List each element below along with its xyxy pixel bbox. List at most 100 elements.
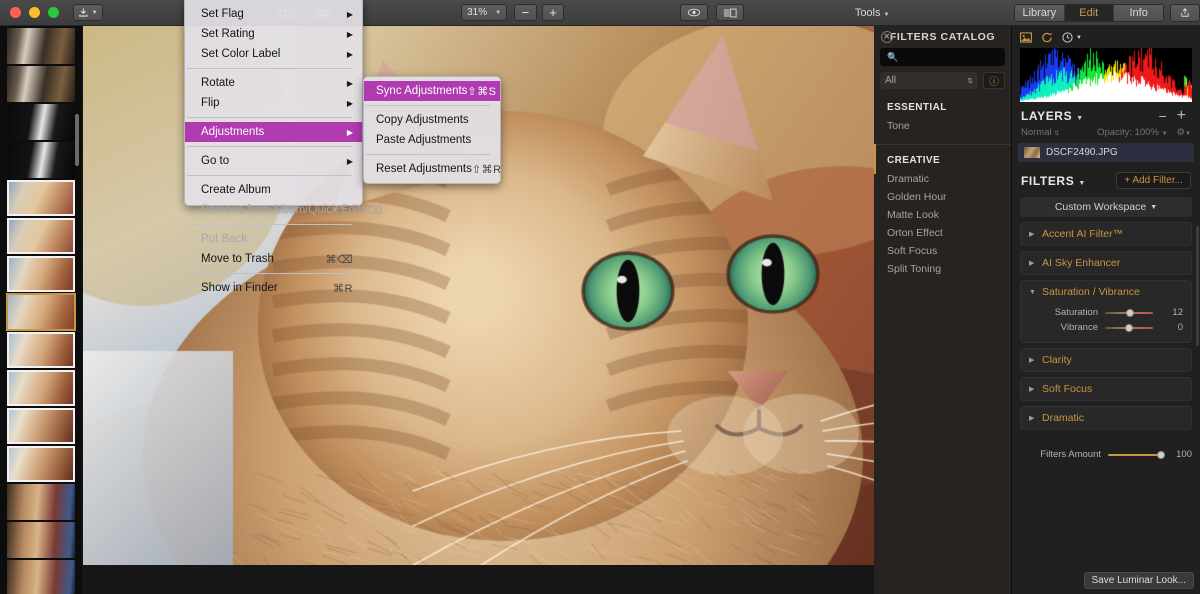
gear-icon[interactable]: ⚙▼ [1177, 127, 1191, 138]
filmstrip-thumbnail[interactable] [7, 142, 75, 178]
opacity-selector[interactable]: Opacity: 100% ▼ [1097, 127, 1167, 138]
add-layer-button[interactable]: + [1172, 110, 1191, 122]
filter-panel-dramatic[interactable]: ▶ Dramatic [1020, 406, 1192, 430]
catalog-category-dropdown[interactable]: All ⇅ [880, 72, 978, 89]
tab-library[interactable]: Library [1015, 5, 1064, 21]
menu-item-go-to[interactable]: Go to ▶ [185, 151, 362, 171]
filters-header: FILTERS ▼ + Add Filter... [1012, 162, 1200, 193]
filter-panel-clarity[interactable]: ▶ Clarity [1020, 348, 1192, 372]
context-menu[interactable]: Set Flag ▶ Set Rating ▶ Set Color Label ▶ Rota… [184, 0, 363, 206]
chevron-right-icon[interactable]: ▶ [1029, 385, 1035, 393]
filter-header[interactable]: ▶ Soft Focus [1021, 378, 1191, 400]
menu-item-flip[interactable]: Flip ▶ [185, 93, 362, 113]
info-icon[interactable]: ⓘ [983, 72, 1005, 89]
slider-knob[interactable] [1157, 451, 1165, 459]
filmstrip-thumbnail[interactable] [7, 28, 75, 64]
tab-edit[interactable]: Edit [1065, 5, 1114, 21]
menu-item-move-to-trash[interactable]: Move to Trash ⌘⌫ [185, 249, 362, 269]
window-traffic-lights[interactable] [0, 7, 59, 18]
filmstrip-thumbnail[interactable] [7, 560, 75, 594]
filters-amount-slider[interactable] [1108, 454, 1162, 456]
filmstrip-thumbnail[interactable] [7, 370, 75, 406]
filmstrip-thumbnail[interactable] [7, 218, 75, 254]
filmstrip-thumbnail[interactable] [7, 484, 75, 520]
share-button[interactable] [1170, 4, 1200, 22]
filmstrip-thumbnail[interactable] [7, 446, 75, 482]
remove-layer-button[interactable]: − [1153, 110, 1171, 122]
filmstrip-thumbnail[interactable] [7, 408, 75, 444]
filters-title[interactable]: FILTERS ▼ [1021, 174, 1086, 188]
save-luminar-look-button[interactable]: Save Luminar Look... [1084, 572, 1195, 589]
filmstrip-thumbnail[interactable] [7, 180, 75, 216]
filter-panel-soft-focus[interactable]: ▶ Soft Focus [1020, 377, 1192, 401]
export-icon-button[interactable]: ▼ [73, 4, 103, 21]
menu-item-set-rating[interactable]: Set Rating ▶ [185, 24, 362, 44]
filmstrip-thumbnail[interactable] [7, 294, 75, 330]
filmstrip-thumbnail[interactable] [7, 332, 75, 368]
filmstrip-thumbnail[interactable] [7, 256, 75, 292]
catalog-item-soft-focus[interactable]: Soft Focus [874, 242, 1011, 260]
zoom-in-button[interactable]: + [542, 4, 565, 21]
blend-mode-selector[interactable]: Normal ⇅ [1021, 127, 1059, 138]
minimize-window-button[interactable] [29, 7, 40, 18]
submenu-item-paste-adjustments[interactable]: Paste Adjustments [364, 130, 500, 150]
refresh-icon[interactable] [1041, 32, 1053, 43]
right-panel-scrollbar[interactable] [1196, 226, 1199, 346]
chevron-down-icon[interactable]: ▼ [1029, 289, 1035, 296]
layer-item[interactable]: DSCF2490.JPG [1018, 143, 1194, 162]
menu-item-adjustments[interactable]: Adjustments ▶ [185, 122, 362, 142]
filter-panel-saturation-vibrance[interactable]: ▼ Saturation / Vibrance Saturation 12 Vibran… [1020, 280, 1192, 343]
filter-panel-ai-sky-enhancer[interactable]: ▶ AI Sky Enhancer [1020, 251, 1192, 275]
close-icon[interactable]: ✕ [881, 31, 893, 43]
filter-header[interactable]: ▶ Accent AI Filter™ [1021, 223, 1191, 245]
chevron-right-icon[interactable]: ▶ [1029, 259, 1035, 267]
zoom-window-button[interactable] [48, 7, 59, 18]
submenu-item-sync-adjustments[interactable]: Sync Adjustments ⇧⌘S [364, 81, 500, 101]
catalog-item-orton-effect[interactable]: Orton Effect [874, 224, 1011, 242]
before-after-button[interactable] [716, 4, 744, 21]
menu-item-set-flag[interactable]: Set Flag ▶ [185, 4, 362, 24]
zoom-out-button[interactable]: − [514, 4, 537, 21]
slider-track[interactable] [1105, 327, 1153, 329]
slider-knob[interactable] [1125, 324, 1133, 332]
close-window-button[interactable] [10, 7, 21, 18]
zoom-level-selector[interactable]: 31% ▼ [461, 4, 507, 21]
filmstrip-panel[interactable] [0, 26, 82, 594]
catalog-search-box[interactable]: 🔍 ⓧ [880, 48, 1005, 66]
tools-menu[interactable]: Tools ▼ [855, 7, 890, 19]
filter-header[interactable]: ▼ Saturation / Vibrance [1021, 281, 1191, 303]
filmstrip-thumbnail[interactable] [7, 104, 75, 140]
catalog-item-golden-hour[interactable]: Golden Hour [874, 188, 1011, 206]
filter-header[interactable]: ▶ Clarity [1021, 349, 1191, 371]
workspace-selector[interactable]: Custom Workspace ▼ [1020, 197, 1192, 217]
clock-icon[interactable]: ▼ [1062, 32, 1082, 43]
filter-header[interactable]: ▶ AI Sky Enhancer [1021, 252, 1191, 274]
mode-tabs[interactable]: Library Edit Info [1014, 4, 1164, 22]
slider-knob[interactable] [1126, 309, 1134, 317]
filmstrip-scrollbar[interactable] [75, 114, 79, 166]
chevron-right-icon[interactable]: ▶ [1029, 356, 1035, 364]
menu-item-rotate[interactable]: Rotate ▶ [185, 73, 362, 93]
tab-info[interactable]: Info [1114, 5, 1163, 21]
submenu-item-reset-adjustments[interactable]: Reset Adjustments ⇧⌘R [364, 159, 500, 179]
menu-item-set-color-label[interactable]: Set Color Label ▶ [185, 44, 362, 64]
menu-item-show-in-finder[interactable]: Show in Finder ⌘R [185, 278, 362, 298]
catalog-item-split-toning[interactable]: Split Toning [874, 260, 1011, 278]
menu-item-create-album[interactable]: Create Album [185, 180, 362, 200]
layers-title[interactable]: LAYERS ▼ [1021, 109, 1084, 123]
filter-header[interactable]: ▶ Dramatic [1021, 407, 1191, 429]
filter-panel-accent-ai-filter[interactable]: ▶ Accent AI Filter™ [1020, 222, 1192, 246]
slider-track[interactable] [1105, 312, 1153, 314]
filmstrip-thumbnail[interactable] [7, 66, 75, 102]
filmstrip-thumbnail[interactable] [7, 522, 75, 558]
submenu-item-copy-adjustments[interactable]: Copy Adjustments [364, 110, 500, 130]
catalog-item-tone[interactable]: Tone [874, 117, 1011, 135]
adjustments-submenu[interactable]: Sync Adjustments ⇧⌘S Copy Adjustments Paste… [363, 76, 501, 184]
image-histogram-icon[interactable] [1020, 32, 1032, 43]
chevron-right-icon[interactable]: ▶ [1029, 414, 1035, 422]
catalog-item-dramatic[interactable]: Dramatic [874, 170, 1011, 188]
chevron-right-icon[interactable]: ▶ [1029, 230, 1035, 238]
preview-toggle-button[interactable] [680, 4, 708, 21]
add-filter-button[interactable]: + Add Filter... [1116, 172, 1191, 189]
catalog-item-matte-look[interactable]: Matte Look [874, 206, 1011, 224]
